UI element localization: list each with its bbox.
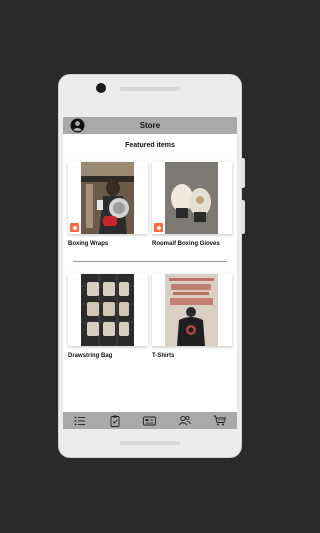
product-card-drawstring-bag[interactable]	[68, 274, 148, 346]
product-image-boxing-wraps	[81, 162, 134, 234]
section-title: Featured items	[125, 142, 175, 149]
product-card-boxing-gloves[interactable]	[152, 162, 232, 234]
earpiece-speaker	[120, 87, 180, 91]
sale-tag-icon	[154, 223, 163, 232]
product-label[interactable]: T-Shirts	[152, 353, 174, 359]
app-screen: Store Featured items Boxing Wraps Roomai…	[63, 117, 237, 429]
product-card-t-shirts[interactable]	[152, 274, 232, 346]
cart-icon[interactable]	[213, 415, 227, 427]
product-image-t-shirts	[165, 274, 218, 346]
product-card-boxing-wraps[interactable]	[68, 162, 148, 234]
product-label[interactable]: Drawstring Bag	[68, 353, 112, 359]
people-icon[interactable]	[178, 415, 192, 427]
section-divider	[73, 261, 227, 262]
front-camera	[96, 83, 106, 93]
bottom-navigation	[63, 412, 237, 429]
power-button	[241, 200, 245, 234]
page-title: Store	[139, 121, 161, 130]
product-label[interactable]: Boxing Wraps	[68, 241, 108, 247]
product-label[interactable]: Roomaif Boxing Gloves	[152, 241, 220, 247]
app-bar: Store	[63, 117, 237, 134]
home-indicator	[120, 441, 180, 445]
list-icon[interactable]	[73, 415, 87, 427]
volume-button	[241, 158, 245, 188]
card-icon[interactable]	[143, 415, 157, 427]
product-image-drawstring-bag	[81, 274, 134, 346]
account-circle-icon[interactable]	[70, 118, 85, 133]
clipboard-icon[interactable]	[108, 415, 122, 427]
product-image-boxing-gloves	[165, 162, 218, 234]
sale-tag-icon	[70, 223, 79, 232]
